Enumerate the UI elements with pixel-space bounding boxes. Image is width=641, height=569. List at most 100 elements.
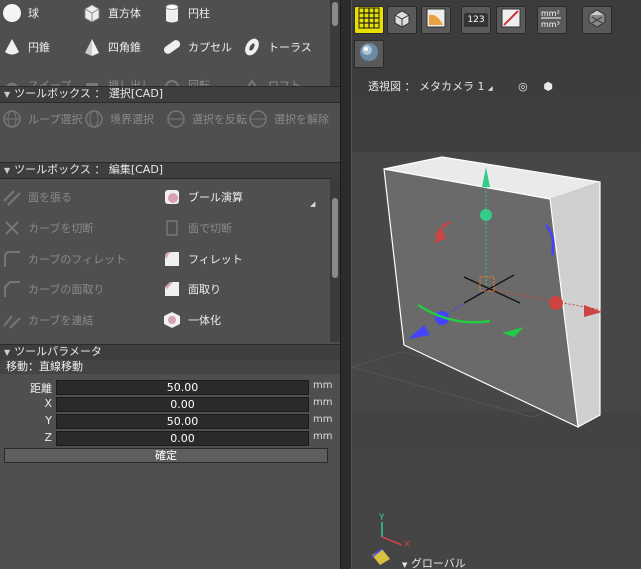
- numeric-input-button[interactable]: 123: [461, 6, 491, 34]
- tool-boolean[interactable]: ブール演算: [162, 184, 243, 210]
- sweep-icon: [2, 75, 22, 86]
- measure-button[interactable]: [496, 6, 526, 34]
- tool-cube[interactable]: 直方体: [82, 0, 141, 26]
- edit-panel-scrollbar[interactable]: [330, 178, 340, 342]
- coord-system-selector[interactable]: ▼ グローバル: [402, 555, 466, 569]
- collapse-triangle-icon: ▼: [4, 166, 11, 175]
- svg-text:mm²: mm²: [541, 9, 560, 18]
- param-unit: mm: [313, 431, 333, 442]
- confirm-label: 確定: [155, 449, 177, 462]
- material-sphere-icon: [358, 41, 380, 67]
- tool-fill-face[interactable]: 面を張る: [2, 184, 72, 210]
- tool-label: カーブのフィレット: [28, 253, 127, 266]
- confirm-button[interactable]: 確定: [4, 448, 328, 463]
- snap-grid-icon: [358, 7, 380, 33]
- unit-mm-button[interactable]: mm² mm³: [537, 6, 567, 34]
- numeric-input-icon: 123: [464, 13, 488, 27]
- tool-label: 球: [28, 7, 39, 20]
- tool-chamfer[interactable]: 面取り: [162, 276, 221, 302]
- tool-label: 面を張る: [28, 191, 72, 204]
- params-panel-header[interactable]: ▼ ツールパラメータ: [0, 344, 340, 361]
- unify-icon: [162, 310, 182, 330]
- tool-cut-face[interactable]: 面で切断: [162, 215, 232, 241]
- submenu-arrow-icon: ◢: [310, 200, 316, 208]
- tool-fillet[interactable]: フィレット: [162, 246, 243, 272]
- tool-join-curve[interactable]: カーブを連結: [2, 307, 93, 333]
- tool-label: 選択を反転: [192, 113, 247, 126]
- panel-splitter[interactable]: [340, 0, 352, 569]
- tool-label: スイープ: [28, 79, 72, 86]
- edit-panel-header[interactable]: ▼ ツールボックス ： 編集[CAD]: [0, 162, 340, 179]
- tool-loop-select[interactable]: ループ選択: [2, 106, 82, 132]
- tool-curve-fillet[interactable]: カーブのフィレット: [2, 246, 126, 272]
- gizmo-y-handle: [480, 209, 492, 221]
- torus-icon: [242, 37, 262, 57]
- tool-cylinder[interactable]: 円柱: [162, 0, 210, 26]
- target-icon[interactable]: ◎: [518, 80, 528, 93]
- primitives-panel: 球 直方体 円柱 円錐 四角錐 カプセル トーラス スイープ 押し出し 回転 ロ…: [0, 0, 340, 86]
- tool-sphere[interactable]: 球: [2, 0, 39, 26]
- param-label: X: [44, 397, 52, 410]
- triad-y-label: Y: [379, 513, 385, 523]
- primitives-scroll-clip: スイープ 押し出し 回転 ロフト: [0, 72, 330, 86]
- cube-view-icon[interactable]: ⬢: [543, 80, 553, 93]
- tool-unify[interactable]: 一体化: [162, 307, 221, 333]
- tool-deselect[interactable]: 選択を解除: [248, 106, 329, 132]
- tool-curve-chamfer[interactable]: カーブの面取り: [2, 276, 104, 302]
- tool-label: フィレット: [188, 253, 243, 266]
- param-row-distance: 距離 50.00 mm: [0, 379, 340, 395]
- tool-cut-curve[interactable]: カーブを切断: [2, 215, 93, 241]
- tool-pyramid[interactable]: 四角錐: [82, 34, 141, 60]
- param-row-y: Y 50.00 mm: [0, 413, 340, 429]
- tool-revolve[interactable]: 回転: [162, 72, 210, 86]
- cut-face-icon: [162, 218, 182, 238]
- tool-sweep[interactable]: スイープ: [2, 72, 71, 86]
- tool-label: ロフト: [268, 79, 301, 86]
- boolean-icon: [162, 187, 182, 207]
- surface-check-button[interactable]: [582, 6, 612, 34]
- primitives-scrollbar[interactable]: [330, 0, 340, 86]
- render-button[interactable]: [421, 6, 451, 34]
- tool-label: 選択を解除: [274, 113, 329, 126]
- tool-label: 回転: [188, 79, 210, 86]
- collapse-triangle-icon: ▼: [4, 348, 11, 357]
- tool-torus[interactable]: トーラス: [242, 34, 312, 60]
- render-icon: [425, 7, 447, 33]
- view-cubes-button[interactable]: [387, 6, 417, 34]
- tool-boundary-select[interactable]: 境界選択: [84, 106, 154, 132]
- tool-loft[interactable]: ロフト: [242, 72, 301, 86]
- cone-icon: [2, 37, 22, 57]
- tool-label: カプセル: [188, 41, 232, 54]
- tool-label: カーブを連結: [28, 314, 94, 327]
- svg-text:mm³: mm³: [541, 20, 560, 29]
- dropdown-arrow-icon: ▼: [402, 561, 408, 569]
- loop-select-icon: [2, 109, 22, 129]
- extrude-icon: [82, 75, 102, 86]
- capsule-icon: [162, 37, 182, 57]
- param-unit: mm: [313, 414, 333, 425]
- boundary-select-icon: [84, 109, 104, 129]
- z-field[interactable]: 0.00: [56, 431, 309, 446]
- dropdown-arrow-icon[interactable]: ◢: [488, 85, 493, 92]
- cylinder-icon: [162, 3, 182, 23]
- y-field[interactable]: 50.00: [56, 414, 309, 429]
- distance-field[interactable]: 50.00: [56, 380, 309, 395]
- tool-extrude[interactable]: 押し出し: [82, 72, 152, 86]
- revolve-icon: [162, 75, 182, 86]
- gizmo-x-handle: [549, 296, 563, 310]
- viewport-header[interactable]: 透視図 ： メタカメラ 1 ◢ ◎ ⬢: [352, 77, 641, 97]
- tool-invert-select[interactable]: 選択を反転: [166, 106, 247, 132]
- tool-label: 直方体: [108, 7, 141, 20]
- tool-label: 押し出し: [108, 79, 152, 86]
- tool-capsule[interactable]: カプセル: [162, 34, 232, 60]
- perspective-viewport[interactable]: Y X ▼ グローバル: [352, 97, 641, 569]
- params-section-label: 移動：直線移動: [6, 360, 83, 373]
- select-panel-header[interactable]: ▼ ツールボックス ： 選択[CAD]: [0, 86, 340, 103]
- x-field[interactable]: 0.00: [56, 397, 309, 412]
- material-sphere-button[interactable]: [354, 40, 384, 68]
- param-row-x: X 0.00 mm: [0, 396, 340, 412]
- cube-icon: [82, 3, 102, 23]
- tool-cone[interactable]: 円錐: [2, 34, 50, 60]
- tool-label: カーブを切断: [28, 222, 94, 235]
- snap-grid-button[interactable]: [354, 6, 384, 34]
